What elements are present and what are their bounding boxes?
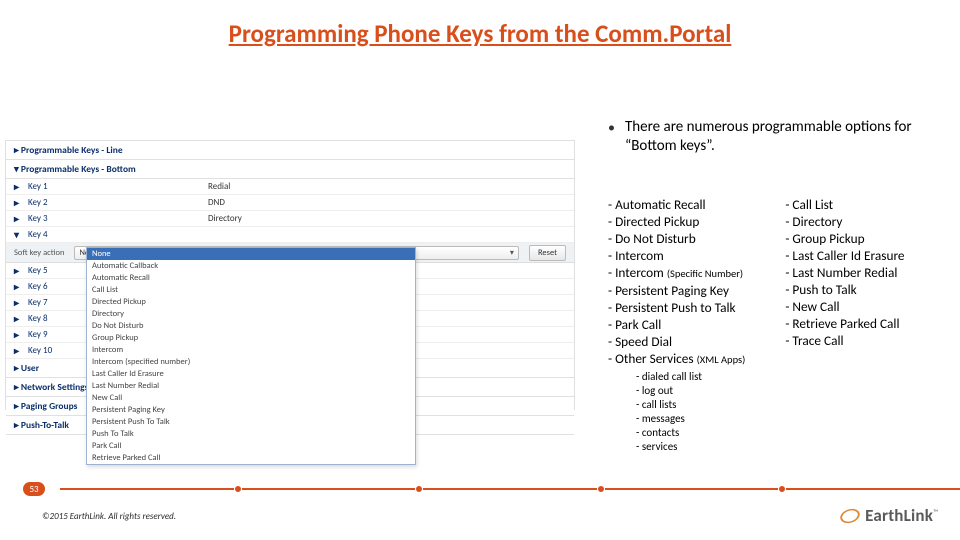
dropdown-option[interactable]: Push To Talk (87, 428, 415, 440)
option-item: - Push to Talk (785, 281, 904, 298)
dropdown-option[interactable]: Automatic Callback (87, 260, 415, 272)
option-item: - Directory (785, 213, 904, 230)
expand-icon: ▸ (14, 264, 28, 277)
sublist-item: - dialed call list (636, 370, 745, 384)
dropdown-option[interactable]: Persistent Push To Talk (87, 416, 415, 428)
expand-icon: ▸ (14, 212, 28, 225)
key-row[interactable]: ▸Key 3Directory (6, 211, 574, 227)
right-panel: • There are numerous programmable option… (608, 118, 953, 454)
dropdown-option[interactable]: New Call (87, 392, 415, 404)
option-item: - Speed Dial (608, 333, 745, 350)
option-item-detail: (Specific Number) (667, 267, 743, 280)
dropdown-option[interactable]: Last Caller Id Erasure (87, 368, 415, 380)
option-item: - Retrieve Parked Call (785, 315, 904, 332)
softkey-dropdown[interactable]: NoneAutomatic CallbackAutomatic RecallCa… (86, 247, 416, 465)
dropdown-option[interactable]: Automatic Recall (87, 272, 415, 284)
option-item: - Last Number Redial (785, 264, 904, 281)
option-item: - Persistent Push to Talk (608, 299, 745, 316)
dropdown-option[interactable]: Intercom (specified number) (87, 356, 415, 368)
expand-icon: ▸ (14, 144, 21, 156)
option-item: - Automatic Recall (608, 196, 745, 213)
option-item-detail: (XML Apps) (697, 353, 746, 366)
key-label: Key 2 (28, 197, 208, 208)
key-label: Key 3 (28, 213, 208, 224)
dropdown-option[interactable]: Last Number Redial (87, 380, 415, 392)
expand-icon: ▸ (14, 280, 28, 293)
portal-screenshot: ▸ Programmable Keys - Line ▾ Programmabl… (5, 140, 575, 410)
key-value: DND (208, 197, 566, 208)
options-col-2: - Call List- Directory- Group Pickup- La… (785, 196, 904, 454)
section-header-bottom[interactable]: ▾ Programmable Keys - Bottom (6, 160, 574, 179)
sublist-item: - services (636, 440, 745, 454)
copyright-text: ©2015 EarthLink. All rights reserved. (42, 511, 176, 522)
collapse-icon: ▾ (14, 163, 21, 175)
expand-icon: ▸ (14, 196, 28, 209)
dropdown-option[interactable]: Retrieve Parked Call (87, 452, 415, 464)
dropdown-option[interactable]: Do Not Disturb (87, 320, 415, 332)
dropdown-option[interactable]: Park Call (87, 440, 415, 452)
dropdown-option[interactable]: Directory (87, 308, 415, 320)
slide-title: Programming Phone Keys from the Comm.Por… (0, 0, 960, 49)
options-columns: - Automatic Recall- Directed Pickup- Do … (608, 196, 953, 454)
key-label: Key 1 (28, 181, 208, 192)
dropdown-option[interactable]: Persistent Paging Key (87, 404, 415, 416)
softkey-action-label: Soft key action (14, 248, 64, 258)
footer-divider (0, 488, 960, 490)
key-row[interactable]: ▸Key 2DND (6, 195, 574, 211)
dropdown-option[interactable]: Intercom (87, 344, 415, 356)
option-item: - Directed Pickup (608, 213, 745, 230)
section-label: Programmable Keys - Line (21, 144, 123, 156)
option-item: - Do Not Disturb (608, 230, 745, 247)
logo-ring-icon (838, 506, 861, 525)
option-item: - Intercom (Specific Number) (608, 264, 745, 282)
option-item: - Intercom (608, 247, 745, 264)
logo-text: EarthLink (865, 505, 933, 526)
dropdown-option[interactable]: None (87, 248, 415, 260)
bullet-item: • There are numerous programmable option… (608, 118, 953, 156)
option-item: - Park Call (608, 316, 745, 333)
key-row[interactable]: ▸Key 1Redial (6, 179, 574, 195)
expand-icon: ▸ (14, 296, 28, 309)
sublist-item: - messages (636, 412, 745, 426)
earthlink-logo: EarthLink™ (840, 505, 938, 526)
bullet-dot: • (608, 118, 615, 156)
reset-button[interactable]: Reset (529, 245, 566, 261)
expand-icon: ▾ (14, 228, 28, 241)
chevron-down-icon: ▾ (510, 248, 514, 258)
key-row[interactable]: ▾Key 4 (6, 227, 574, 243)
option-item: - Group Pickup (785, 230, 904, 247)
key-value: Redial (208, 181, 566, 192)
expand-icon: ▸ (14, 328, 28, 341)
trademark-icon: ™ (933, 508, 938, 517)
expand-icon: ▸ (14, 344, 28, 357)
other-services-sublist: - dialed call list- log out- call lists-… (636, 370, 745, 454)
dropdown-option[interactable]: Group Pickup (87, 332, 415, 344)
option-item: - Last Caller Id Erasure (785, 247, 904, 264)
option-item: - New Call (785, 298, 904, 315)
dropdown-option[interactable]: Directed Pickup (87, 296, 415, 308)
option-item: - Trace Call (785, 332, 904, 349)
section-header-line[interactable]: ▸ Programmable Keys - Line (6, 141, 574, 160)
options-col-1: - Automatic Recall- Directed Pickup- Do … (608, 196, 745, 454)
expand-icon: ▸ (14, 312, 28, 325)
option-item: - Call List (785, 196, 904, 213)
section-label: Programmable Keys - Bottom (21, 163, 136, 175)
page-number-badge: 53 (23, 482, 45, 496)
sublist-item: - log out (636, 384, 745, 398)
option-item: - Persistent Paging Key (608, 282, 745, 299)
option-item: - Other Services (XML Apps) (608, 350, 745, 368)
bullet-text: There are numerous programmable options … (625, 118, 953, 156)
sublist-item: - call lists (636, 398, 745, 412)
key-label: Key 4 (28, 229, 208, 240)
dropdown-option[interactable]: Call List (87, 284, 415, 296)
sublist-item: - contacts (636, 426, 745, 440)
expand-icon: ▸ (14, 180, 28, 193)
key-value: Directory (208, 213, 566, 224)
